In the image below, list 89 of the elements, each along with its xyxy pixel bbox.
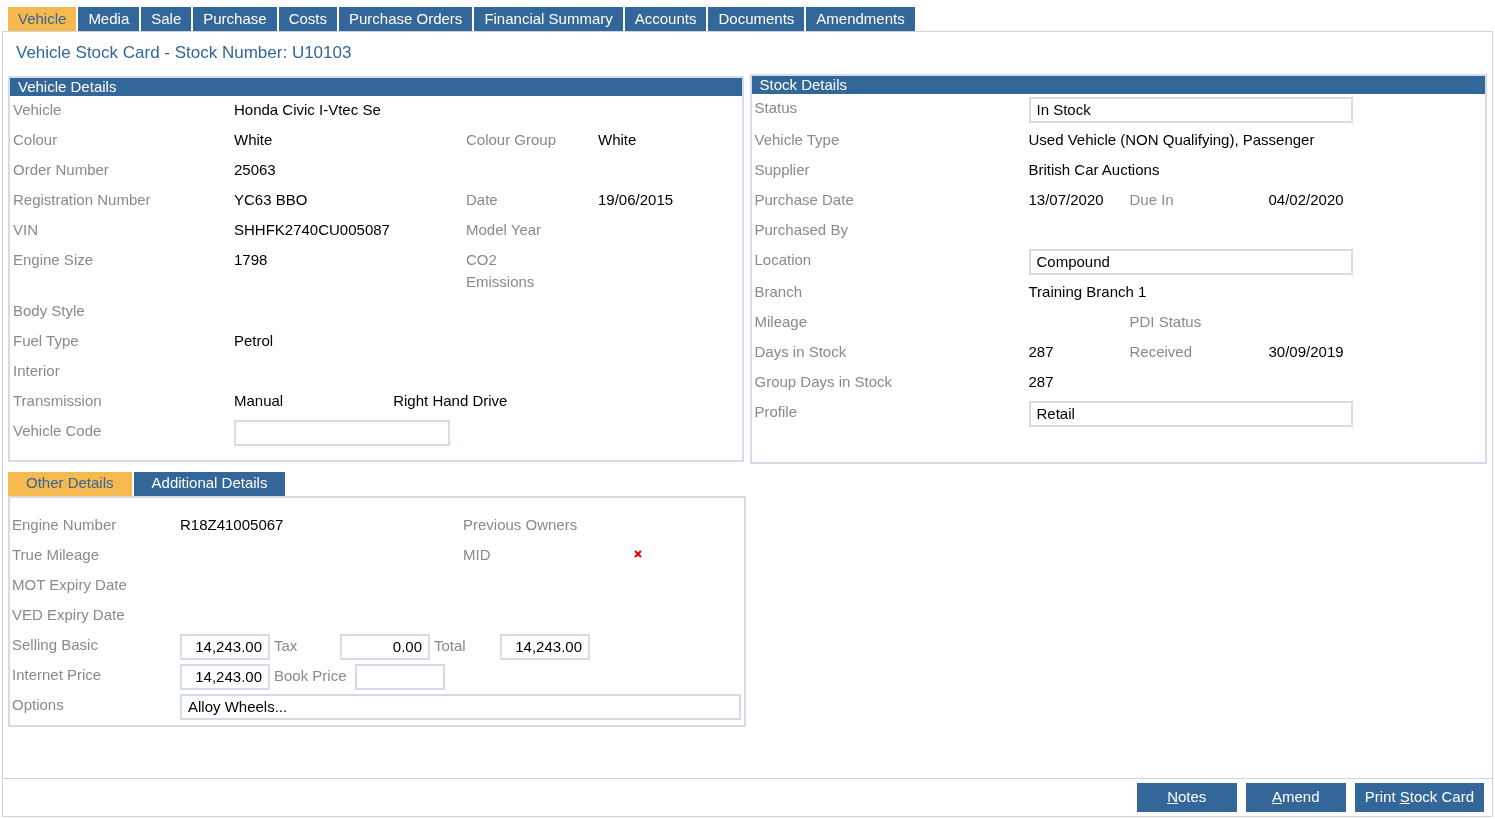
action-button[interactable]: Amend	[1245, 783, 1346, 812]
field-value: Used Vehicle (NON Qualifying), Passenger	[1028, 130, 1315, 148]
field-label: Branch	[754, 282, 803, 300]
field-value: Right Hand Drive	[393, 390, 508, 411]
field-label: VIN	[13, 220, 38, 238]
field-label: Mileage	[754, 312, 808, 330]
field-value: Manual	[234, 390, 284, 411]
field-label: True Mileage	[12, 545, 99, 563]
field-value: 04/02/2020	[1268, 189, 1344, 210]
field-label: Purchase Date	[754, 190, 854, 208]
field-label: Group Days in Stock	[754, 372, 893, 390]
field-label: Supplier	[754, 160, 810, 178]
tab[interactable]: Costs	[278, 7, 337, 31]
action-button[interactable]: Print Stock Card	[1354, 783, 1484, 812]
field-label: Options	[12, 695, 64, 713]
field-label: Tax	[274, 636, 299, 657]
field-value: 25063	[234, 159, 276, 180]
input-field[interactable]: 14,243.00	[180, 633, 270, 660]
field-label: Colour Group	[466, 129, 558, 150]
field-label: Registration Number	[13, 190, 151, 208]
field-value: YC63 BBO	[234, 189, 308, 210]
field-label: Total	[434, 636, 467, 657]
tab[interactable]: Accounts	[624, 7, 707, 31]
field-label: Engine Size	[13, 250, 94, 268]
field-value: 19/06/2015	[598, 189, 674, 210]
tab[interactable]: Financial Summary	[474, 7, 623, 31]
field-label: Vehicle	[13, 100, 62, 118]
field-label: Internet Price	[12, 665, 102, 683]
field-value: SHHFK2740CU005087	[234, 219, 390, 240]
field-label: Vehicle Code	[13, 421, 102, 439]
field-label: Received	[1129, 342, 1193, 360]
field-label: Location	[754, 250, 812, 268]
input-field[interactable]	[354, 663, 445, 690]
field-label: Selling Basic	[12, 635, 98, 653]
field-value: R18Z41005067	[180, 515, 284, 533]
field-label: CO2 Emissions	[466, 249, 536, 292]
field-label: Transmission	[13, 391, 102, 409]
panel-header: Vehicle Details	[10, 77, 742, 96]
field-label: Book Price	[274, 666, 348, 687]
input-field[interactable]	[234, 419, 450, 446]
field-label: Status	[754, 98, 798, 116]
field-label: Profile	[754, 402, 798, 420]
field-label: Date	[466, 189, 499, 210]
field-label: MOT Expiry Date	[12, 575, 127, 593]
field-value: Petrol	[234, 330, 274, 351]
field-value: 1798	[234, 249, 268, 270]
page-title: Vehicle Stock Card - Stock Number: U10103	[15, 42, 353, 64]
field-value: 287	[1028, 342, 1054, 360]
field-label: Interior	[13, 361, 60, 379]
field-value: British Car Auctions	[1028, 160, 1160, 178]
tab[interactable]: Purchase Orders	[339, 7, 473, 31]
field-value: 287	[1028, 372, 1054, 390]
input-field[interactable]: In Stock	[1028, 96, 1353, 123]
tab[interactable]: Documents	[708, 7, 805, 31]
field-label: Fuel Type	[13, 331, 79, 349]
input-field[interactable]: Retail	[1028, 400, 1353, 427]
field-value: 13/07/2020	[1028, 190, 1104, 208]
field-label: MID	[463, 545, 491, 563]
tab[interactable]: Other Details	[8, 471, 132, 496]
action-button[interactable]: Notes	[1136, 783, 1237, 812]
field-label: VED Expiry Date	[12, 605, 125, 623]
field-label: Colour	[13, 130, 58, 148]
field-label: Body Style	[13, 301, 85, 319]
field-label: Engine Number	[12, 515, 117, 533]
tab[interactable]: Sale	[141, 7, 192, 31]
tab[interactable]: Additional Details	[133, 471, 286, 496]
field-value: Honda Civic I-Vtec Se	[234, 99, 381, 120]
field-label: Model Year	[466, 219, 543, 240]
input-field[interactable]: Compound	[1028, 248, 1353, 275]
field-label: Vehicle Type	[754, 130, 840, 148]
input-field[interactable]: 14,243.00	[500, 633, 590, 660]
field-label: Due In	[1129, 190, 1174, 208]
field-label: Purchased By	[754, 220, 848, 238]
field-value: 30/09/2019	[1268, 341, 1344, 362]
field-value: White	[234, 129, 273, 150]
tab[interactable]: Purchase	[193, 7, 277, 31]
tab[interactable]: Media	[78, 7, 140, 31]
field-value: Training Branch 1	[1028, 282, 1147, 300]
field-label: Order Number	[13, 160, 109, 178]
field-value: White	[598, 129, 637, 150]
field-label: Previous Owners	[463, 515, 578, 533]
tab[interactable]: Amendments	[806, 7, 915, 31]
tab[interactable]: Vehicle	[8, 7, 77, 31]
field-label: PDI Status	[1129, 312, 1202, 330]
input-field[interactable]: Alloy Wheels...	[180, 693, 741, 720]
input-field[interactable]: 14,243.00	[180, 663, 270, 690]
panel-header: Stock Details	[751, 75, 1485, 94]
field-label: Days in Stock	[754, 342, 847, 360]
input-field[interactable]: 0.00	[340, 633, 430, 660]
